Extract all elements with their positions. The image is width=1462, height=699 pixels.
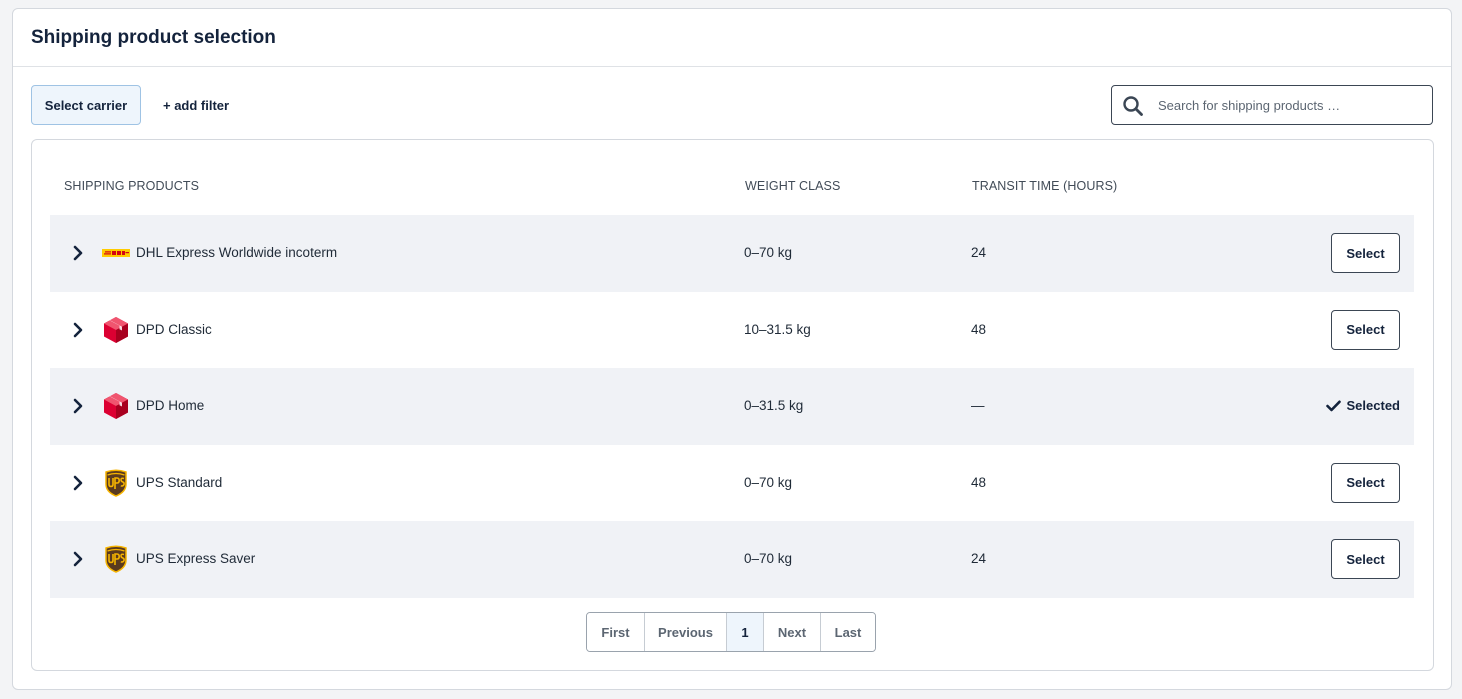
dhl-logo-icon <box>102 249 130 257</box>
weight-class: 0–31.5 kg <box>744 398 804 413</box>
select-button[interactable]: Select <box>1331 309 1400 350</box>
add-filter-button[interactable]: + add filter <box>155 85 237 125</box>
search-icon <box>1123 96 1143 116</box>
product-name: DPD Classic <box>136 321 212 337</box>
shipping-products-table: SHIPPING PRODUCTS WEIGHT CLASS TRANSIT T… <box>31 139 1434 671</box>
dpd-logo-icon <box>104 316 128 343</box>
select-button[interactable]: Select <box>1331 233 1400 273</box>
checkmark-icon <box>1325 399 1341 411</box>
page-title: Shipping product selection <box>31 26 276 48</box>
weight-class: 10–31.5 kg <box>744 321 811 337</box>
select-button[interactable]: Select <box>1331 539 1400 579</box>
chevron-right-icon[interactable] <box>70 243 86 263</box>
selected-label: Selected <box>1346 398 1400 413</box>
transit-time: 24 <box>971 245 987 260</box>
select-carrier-button[interactable]: Select carrier <box>31 85 141 125</box>
pagination-page-1-button[interactable]: 1 <box>726 613 763 651</box>
column-header-transit-time: TRANSIT TIME (HOURS) <box>972 179 1118 193</box>
transit-time: 24 <box>971 551 987 566</box>
pagination-next-button[interactable]: Next <box>763 613 820 651</box>
table-row: UPS Standard 0–70 kg 48 Select <box>50 445 1414 522</box>
column-header-shipping-products: SHIPPING PRODUCTS <box>64 179 200 193</box>
table-row: DPD Home 0–31.5 kg — Selected <box>50 368 1414 445</box>
pagination-last-button[interactable]: Last <box>820 613 875 651</box>
shipping-product-card: Shipping product selection Select carrie… <box>12 8 1452 690</box>
product-name: UPS Express Saver <box>136 551 256 566</box>
weight-class: 0–70 kg <box>744 245 793 260</box>
pagination: First Previous 1 Next Last <box>586 612 876 652</box>
dpd-logo-icon <box>104 393 128 419</box>
product-name: DPD Home <box>136 398 205 413</box>
product-name: UPS Standard <box>136 474 223 490</box>
table-row: UPS Express Saver 0–70 kg 24 Select <box>50 521 1414 598</box>
chevron-right-icon[interactable] <box>70 396 86 416</box>
ups-logo-icon <box>105 545 127 573</box>
table-body: DHL Express Worldwide incoterm 0–70 kg 2… <box>50 215 1414 598</box>
transit-time: 48 <box>971 321 987 337</box>
selected-indicator: Selected <box>1325 398 1400 413</box>
chevron-right-icon[interactable] <box>70 549 86 569</box>
select-button[interactable]: Select <box>1331 462 1400 503</box>
weight-class: 0–70 kg <box>744 551 793 566</box>
table-row: DPD Classic 10–31.5 kg 48 Select <box>50 292 1414 369</box>
pagination-first-button[interactable]: First <box>587 613 644 651</box>
transit-time: 48 <box>971 474 987 490</box>
ups-logo-icon <box>105 469 127 497</box>
search-box[interactable] <box>1111 85 1433 125</box>
transit-time: — <box>971 398 985 413</box>
card-header: Shipping product selection <box>13 9 1451 67</box>
chevron-right-icon[interactable] <box>70 320 86 340</box>
product-name: DHL Express Worldwide incoterm <box>136 245 338 260</box>
weight-class: 0–70 kg <box>744 474 793 490</box>
table-header: SHIPPING PRODUCTS WEIGHT CLASS TRANSIT T… <box>32 140 1433 214</box>
search-input[interactable] <box>1158 86 1426 124</box>
filter-toolbar: Select carrier + add filter <box>31 85 1434 125</box>
table-row: DHL Express Worldwide incoterm 0–70 kg 2… <box>50 215 1414 292</box>
pagination-previous-button[interactable]: Previous <box>644 613 726 651</box>
chevron-right-icon[interactable] <box>70 473 86 493</box>
column-header-weight-class: WEIGHT CLASS <box>745 179 841 193</box>
